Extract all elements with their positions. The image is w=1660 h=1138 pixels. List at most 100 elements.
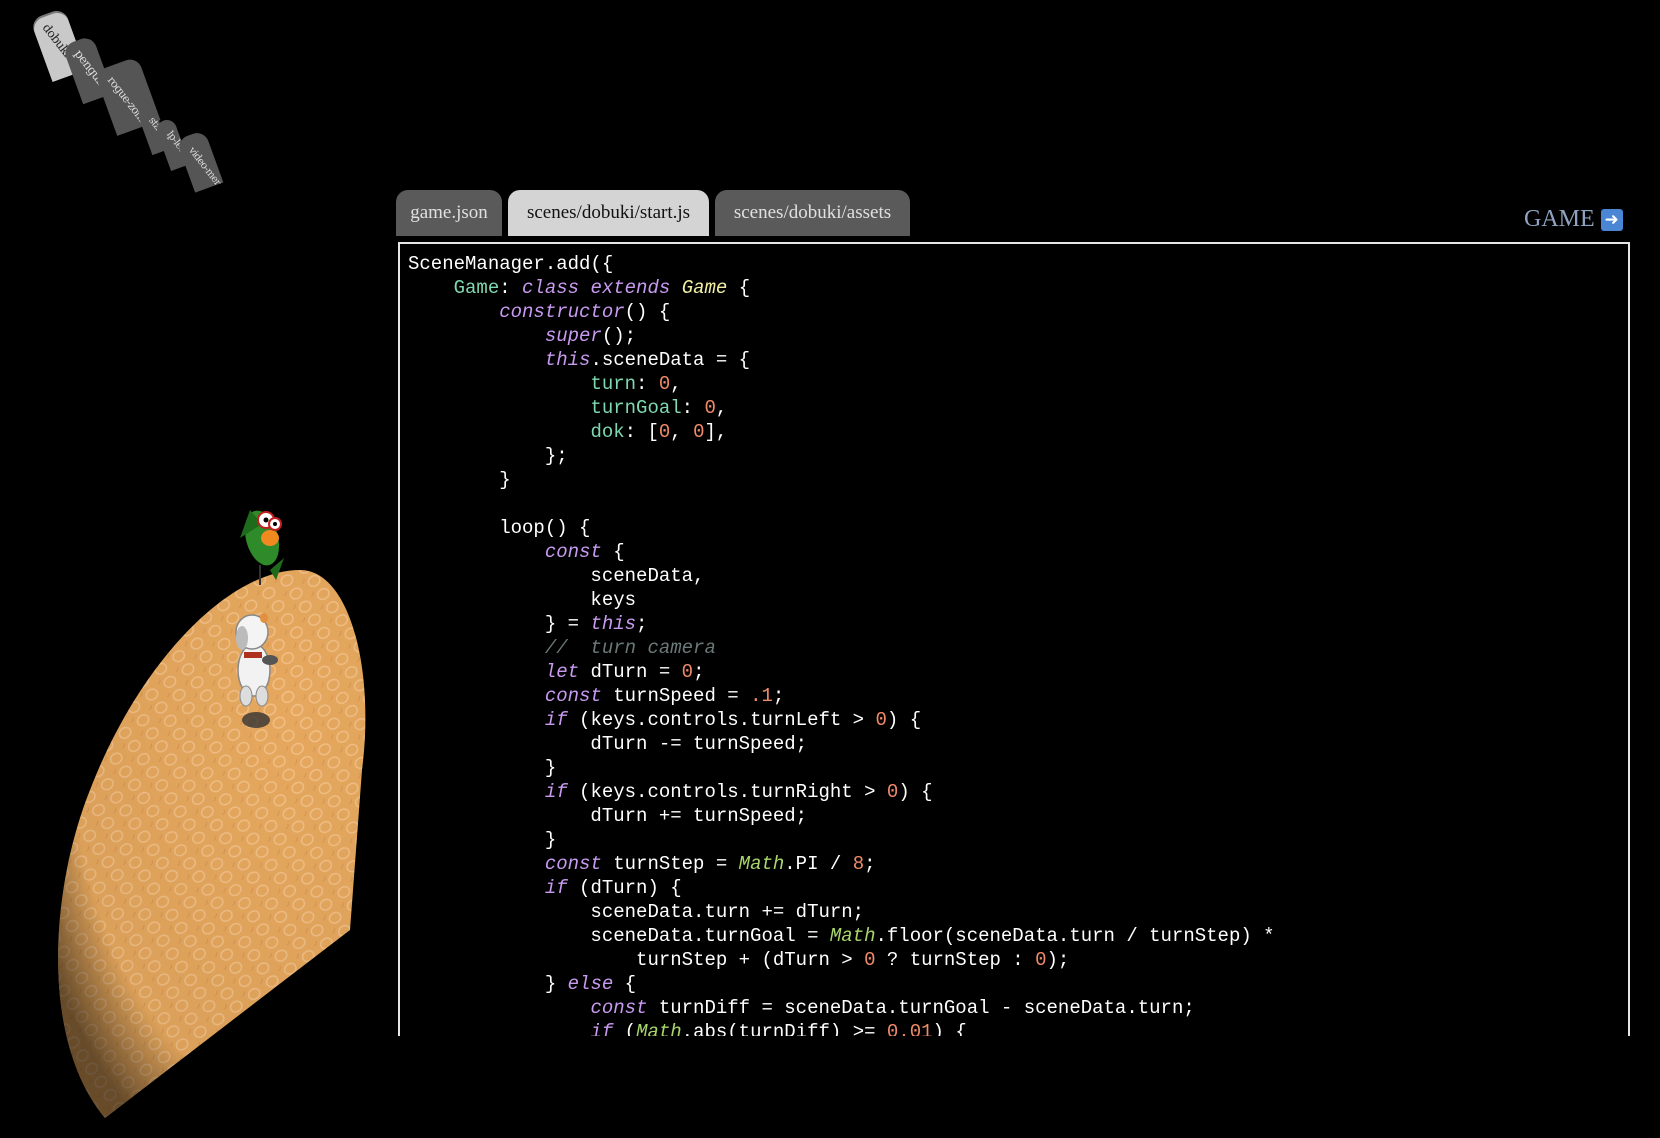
code-line: dTurn -= turnSpeed; <box>408 732 1628 756</box>
code-token: 0 <box>864 949 876 971</box>
code-token: super <box>544 325 602 347</box>
code-token: ); <box>1046 949 1070 971</box>
code-token: .PI / <box>784 853 853 875</box>
code-token: : <box>499 277 523 299</box>
code-token: turnStep = <box>601 853 739 875</box>
scene-tab-label: video-menu <box>186 145 224 193</box>
game-button[interactable]: GAME ➜ <box>1524 206 1623 233</box>
code-line: turn: 0, <box>408 372 1628 396</box>
code-token: class <box>522 277 580 299</box>
code-token: // turn camera <box>544 637 716 659</box>
code-token: Game <box>681 277 728 299</box>
code-token: { <box>727 277 751 299</box>
code-token: dTurn -= turnSpeed; <box>408 733 808 755</box>
code-token: 0 <box>875 709 887 731</box>
code-line: constructor() { <box>408 300 1628 324</box>
code-line: dok: [0, 0], <box>408 420 1628 444</box>
tab-assets[interactable]: scenes/dobuki/assets <box>715 190 910 236</box>
code-token: ) { <box>898 781 933 803</box>
game-button-label: GAME <box>1524 206 1595 232</box>
code-token: turnStep + (dTurn > <box>408 949 865 971</box>
code-line: loop() { <box>408 516 1628 540</box>
code-line: const turnSpeed = .1; <box>408 684 1628 708</box>
code-editor[interactable]: SceneManager.add({ Game: class extends G… <box>398 242 1630 1138</box>
code-line: let dTurn = 0; <box>408 660 1628 684</box>
code-token: Math <box>829 925 876 947</box>
tab-start-js[interactable]: scenes/dobuki/start.js <box>508 190 709 236</box>
code-token: loop() { <box>408 517 591 539</box>
code-token: const <box>544 853 602 875</box>
code-line: } else { <box>408 972 1628 996</box>
code-token: turnGoal <box>590 397 682 419</box>
code-token: 0 <box>693 421 705 443</box>
code-token: dTurn += turnSpeed; <box>408 805 808 827</box>
bottom-area <box>398 1036 1660 1138</box>
code-token: : <box>636 373 659 395</box>
code-line: if (keys.controls.turnLeft > 0) { <box>408 708 1628 732</box>
game-view[interactable] <box>0 420 390 1138</box>
code-line: const turnDiff = sceneData.turnGoal - sc… <box>408 996 1628 1020</box>
scene-tab-video-menu[interactable]: video-menu <box>176 129 224 193</box>
code-token: sceneData, <box>408 565 705 587</box>
code-token: Game <box>453 277 500 299</box>
code-token: let <box>544 661 580 683</box>
code-line: dTurn += turnSpeed; <box>408 804 1628 828</box>
code-line: // turn camera <box>408 636 1628 660</box>
code-token: turnDiff = sceneData.turnGoal - sceneDat… <box>647 997 1195 1019</box>
code-token: Math <box>738 853 785 875</box>
code-token: 0 <box>1035 949 1047 971</box>
code-token: ; <box>864 853 876 875</box>
code-token: ) { <box>886 709 922 731</box>
code-line: } <box>408 828 1628 852</box>
code-line: super(); <box>408 324 1628 348</box>
tab-game-json[interactable]: game.json <box>396 190 502 236</box>
code-token: else <box>567 973 614 995</box>
code-token: }; <box>408 445 568 467</box>
code-token: ; <box>772 685 785 707</box>
code-content[interactable]: SceneManager.add({ Game: class extends G… <box>400 244 1628 1044</box>
code-token: , <box>715 397 728 419</box>
code-line: Game: class extends Game { <box>408 276 1628 300</box>
code-line: SceneManager.add({ <box>408 252 1628 276</box>
code-token: 0 <box>681 661 694 683</box>
code-line: sceneData.turn += dTurn; <box>408 900 1628 924</box>
code-line: turnStep + (dTurn > 0 ? turnStep : 0); <box>408 948 1628 972</box>
code-line: if (dTurn) { <box>408 876 1628 900</box>
code-token: if <box>544 709 568 731</box>
code-token: 0 <box>658 421 671 443</box>
code-token: dTurn = <box>579 661 682 683</box>
code-token: const <box>590 997 648 1019</box>
code-token: this <box>544 349 591 371</box>
code-line: const { <box>408 540 1628 564</box>
code-token: ], <box>704 421 728 443</box>
code-token: } <box>408 829 557 851</box>
code-token: () { <box>624 301 671 323</box>
code-token: 0 <box>704 397 716 419</box>
code-token: , <box>670 421 694 443</box>
code-token: if <box>544 877 568 899</box>
code-token: constructor <box>499 301 625 323</box>
code-line: }; <box>408 444 1628 468</box>
code-token: ; <box>636 613 648 635</box>
code-token: , <box>670 373 682 395</box>
code-token: keys <box>408 589 637 611</box>
code-line: this.sceneData = { <box>408 348 1628 372</box>
code-line: const turnStep = Math.PI / 8; <box>408 852 1628 876</box>
code-line: } <box>408 468 1628 492</box>
code-line: } = this; <box>408 612 1628 636</box>
code-token: 0 <box>658 373 671 395</box>
